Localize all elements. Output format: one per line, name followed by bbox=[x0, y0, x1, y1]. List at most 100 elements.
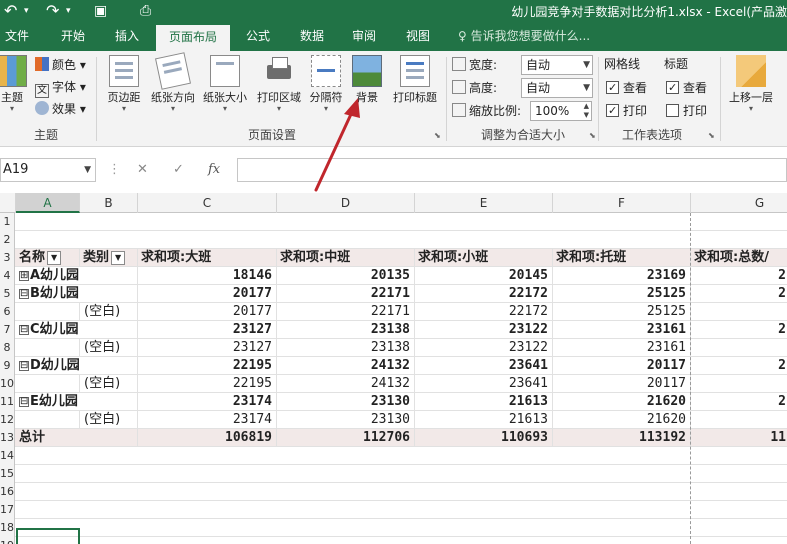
name-box[interactable]: A19 ▼ bbox=[0, 158, 96, 182]
row-header[interactable]: 5 bbox=[0, 285, 15, 303]
value-cell[interactable]: 23174 bbox=[138, 393, 277, 411]
select-all-corner[interactable] bbox=[0, 193, 16, 213]
orientation-button[interactable]: 纸张方向 ▾ bbox=[148, 52, 198, 125]
value-cell[interactable]: 20177 bbox=[138, 285, 277, 303]
row-header[interactable]: 16 bbox=[0, 483, 15, 501]
column-header-c[interactable]: C bbox=[138, 193, 277, 213]
value-cell[interactable]: 23122 bbox=[415, 339, 553, 357]
row-header[interactable]: 14 bbox=[0, 447, 15, 465]
row-header[interactable]: 4 bbox=[0, 267, 15, 285]
collapse-icon[interactable]: ⊟ bbox=[19, 397, 29, 407]
scale-spinner[interactable]: 100% ▲ ▼ bbox=[530, 101, 592, 121]
header-cell[interactable]: 求和项:小班 bbox=[415, 249, 553, 267]
formula-input[interactable] bbox=[237, 158, 787, 182]
value-cell[interactable] bbox=[691, 375, 787, 393]
tab-view[interactable]: 视图 bbox=[396, 24, 440, 51]
row-header[interactable]: 8 bbox=[0, 339, 15, 357]
value-cell[interactable]: 2 bbox=[691, 321, 787, 339]
group-name-cell[interactable]: ⊟ E幼儿园 bbox=[16, 393, 138, 411]
value-cell[interactable]: 21613 bbox=[415, 411, 553, 429]
enter-icon[interactable]: ✓ bbox=[173, 160, 184, 180]
gridlines-print-checkbox[interactable]: 打印 bbox=[606, 102, 647, 120]
row-header[interactable]: 10 bbox=[0, 375, 15, 393]
value-cell[interactable]: 23641 bbox=[415, 375, 553, 393]
filter-dropdown-icon[interactable]: ▼ bbox=[47, 251, 62, 265]
column-header-b[interactable]: B bbox=[80, 193, 138, 213]
total-label-cell[interactable]: 总计 bbox=[16, 429, 138, 447]
value-cell[interactable]: 2 bbox=[691, 357, 787, 375]
category-cell[interactable]: (空白) bbox=[80, 375, 138, 393]
row-header[interactable]: 19 bbox=[0, 537, 15, 544]
value-cell[interactable]: 23138 bbox=[277, 339, 415, 357]
group-name-cell[interactable]: ⊞ A幼儿园 bbox=[16, 267, 138, 285]
header-cell[interactable]: 求和项:中班 bbox=[277, 249, 415, 267]
group-name-cell[interactable]: ⊟ C幼儿园 bbox=[16, 321, 138, 339]
collapse-icon[interactable]: ⊟ bbox=[19, 289, 29, 299]
name-cell[interactable] bbox=[16, 375, 80, 393]
tell-me-box[interactable]: ♀ 告诉我您想要做什么... bbox=[458, 24, 590, 51]
themes-button[interactable]: 主题 ▾ bbox=[0, 55, 30, 125]
value-cell[interactable]: 23138 bbox=[277, 321, 415, 339]
print-preview-icon[interactable]: ⎙ bbox=[140, 1, 151, 21]
total-value-cell[interactable]: 110693 bbox=[415, 429, 553, 447]
value-cell[interactable]: 21620 bbox=[553, 393, 691, 411]
value-cell[interactable]: 21620 bbox=[553, 411, 691, 429]
header-cell-name[interactable]: 名称 ▼ bbox=[16, 249, 80, 267]
dialog-launcher-icon[interactable]: ⬊ bbox=[708, 131, 715, 140]
value-cell[interactable]: 20117 bbox=[553, 357, 691, 375]
value-cell[interactable]: 24132 bbox=[277, 357, 415, 375]
bring-forward-button[interactable]: 上移一层 ▾ bbox=[724, 55, 778, 125]
header-cell[interactable]: 求和项:大班 bbox=[138, 249, 277, 267]
value-cell[interactable]: 22172 bbox=[415, 285, 553, 303]
group-name-cell[interactable]: ⊟ B幼儿园 bbox=[16, 285, 138, 303]
value-cell[interactable] bbox=[691, 411, 787, 429]
row-header[interactable]: 12 bbox=[0, 411, 15, 429]
header-cell-category[interactable]: 类别 ▼ bbox=[80, 249, 138, 267]
column-header-g[interactable]: G bbox=[691, 193, 787, 213]
value-cell[interactable]: 23161 bbox=[553, 321, 691, 339]
column-header-d[interactable]: D bbox=[277, 193, 415, 213]
row-header[interactable]: 13 bbox=[0, 429, 15, 447]
row-header[interactable]: 7 bbox=[0, 321, 15, 339]
value-cell[interactable]: 25125 bbox=[553, 285, 691, 303]
group-name-cell[interactable]: ⊟ D幼儿园 bbox=[16, 357, 138, 375]
value-cell[interactable]: 21613 bbox=[415, 393, 553, 411]
tab-file[interactable]: 文件 bbox=[0, 24, 34, 51]
value-cell[interactable]: 23127 bbox=[138, 321, 277, 339]
total-value-cell[interactable]: 113192 bbox=[553, 429, 691, 447]
row-header[interactable]: 6 bbox=[0, 303, 15, 321]
value-cell[interactable]: 23130 bbox=[277, 411, 415, 429]
value-cell[interactable]: 23641 bbox=[415, 357, 553, 375]
row-header[interactable]: 11 bbox=[0, 393, 15, 411]
row-header[interactable]: 3 bbox=[0, 249, 15, 267]
column-header-a[interactable]: A bbox=[16, 193, 80, 213]
theme-fonts-button[interactable]: 文字体 ▾ bbox=[35, 78, 86, 98]
value-cell[interactable]: 20135 bbox=[277, 267, 415, 285]
category-cell[interactable]: (空白) bbox=[80, 303, 138, 321]
tab-formulas[interactable]: 公式 bbox=[236, 24, 280, 51]
row-header[interactable]: 17 bbox=[0, 501, 15, 519]
value-cell[interactable]: 20177 bbox=[138, 303, 277, 321]
value-cell[interactable]: 2 bbox=[691, 267, 787, 285]
save-icon[interactable]: ▣ bbox=[94, 1, 107, 21]
value-cell[interactable] bbox=[691, 339, 787, 357]
value-cell[interactable]: 22195 bbox=[138, 357, 277, 375]
row-header[interactable]: 1 bbox=[0, 213, 15, 231]
column-header-f[interactable]: F bbox=[553, 193, 691, 213]
category-cell[interactable]: (空白) bbox=[80, 339, 138, 357]
value-cell[interactable]: 22171 bbox=[277, 303, 415, 321]
tab-insert[interactable]: 插入 bbox=[106, 24, 148, 51]
name-cell[interactable] bbox=[16, 411, 80, 429]
row-header[interactable]: 2 bbox=[0, 231, 15, 249]
header-cell[interactable]: 求和项:总数/ bbox=[691, 249, 787, 267]
row-header[interactable]: 9 bbox=[0, 357, 15, 375]
total-value-cell[interactable]: 112706 bbox=[277, 429, 415, 447]
value-cell[interactable]: 2 bbox=[691, 285, 787, 303]
tab-page-layout[interactable]: 页面布局 bbox=[156, 25, 230, 51]
value-cell[interactable]: 23174 bbox=[138, 411, 277, 429]
undo-icon[interactable]: ↶ bbox=[4, 1, 17, 21]
dialog-launcher-icon[interactable]: ⬊ bbox=[589, 131, 596, 140]
value-cell[interactable]: 23127 bbox=[138, 339, 277, 357]
total-value-cell[interactable]: 106819 bbox=[138, 429, 277, 447]
undo-dropdown-icon[interactable]: ▾ bbox=[24, 4, 29, 18]
